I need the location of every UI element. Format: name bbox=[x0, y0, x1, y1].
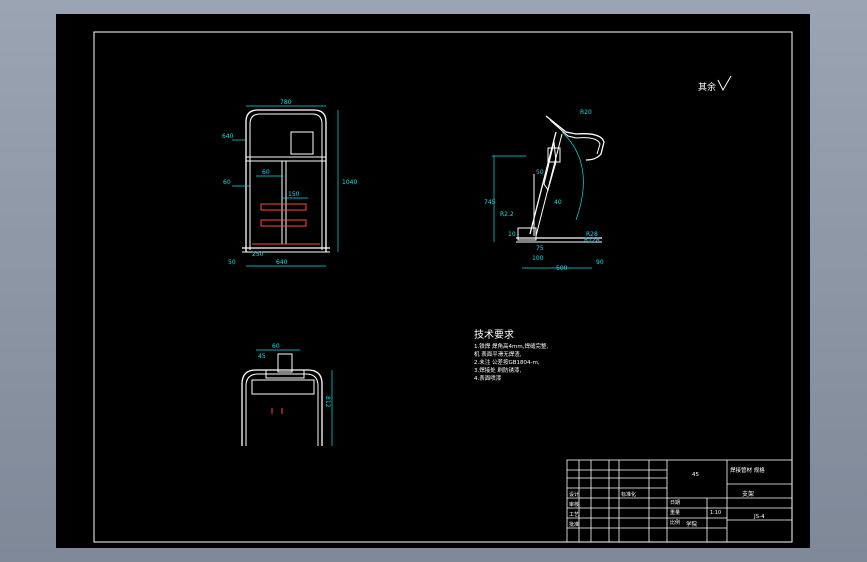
title-mid-scale: 比例 bbox=[670, 519, 680, 526]
dim-front-640b: 640 bbox=[276, 259, 288, 266]
dim-side-50: 50 bbox=[536, 169, 544, 176]
tech-req-line-3: 2.未注 公差按GB1804-m, bbox=[474, 358, 540, 366]
dim-side-r28: R28 bbox=[586, 231, 598, 238]
technical-requirements: 技术要求 1.铁焊 焊角高4mm,焊缝完整, 机 表面平滑无焊渣, 2.未注 公… bbox=[474, 328, 548, 382]
title-row-approve: 批准 bbox=[569, 521, 579, 528]
title-company: 学院 bbox=[686, 520, 698, 528]
dim-front-width: 780 bbox=[280, 99, 292, 106]
dim-top-60: 60 bbox=[272, 343, 280, 350]
dim-front-50: 50 bbox=[228, 259, 236, 266]
roughness-note: 其余 bbox=[698, 81, 716, 93]
dim-side-r20: R20 bbox=[580, 109, 592, 116]
dim-side-r128: R128 bbox=[584, 237, 600, 244]
title-row-design: 设计 bbox=[569, 491, 579, 498]
dim-side-90: 90 bbox=[596, 259, 604, 266]
dim-side-100: 100 bbox=[532, 255, 544, 262]
dim-side-r2-2: R2.2 bbox=[500, 211, 514, 218]
tech-req-title: 技术要求 bbox=[474, 328, 514, 341]
dim-front-60b: 60 bbox=[262, 169, 270, 176]
title-mid-date: 日期 bbox=[670, 500, 680, 506]
title-mid-standard: 标准化 bbox=[621, 491, 636, 498]
dim-side-500: 500 bbox=[556, 265, 568, 272]
viewport-background: 其余 780 1040 640 60 60 150 250 640 50 R20… bbox=[0, 0, 867, 562]
dim-side-745: 745 bbox=[484, 199, 496, 206]
tech-req-line-1: 1.铁焊 焊角高4mm,焊缝完整, bbox=[474, 342, 548, 350]
title-scale: 1:10 bbox=[710, 510, 721, 516]
dim-side-75: 75 bbox=[536, 245, 544, 252]
title-center-label: 45 bbox=[692, 472, 699, 478]
tech-req-line-5: 4.表面喷漆 bbox=[474, 374, 502, 382]
drawing-sheet: 其余 780 1040 640 60 60 150 250 640 50 R20… bbox=[56, 14, 810, 548]
title-row-process: 工艺 bbox=[569, 512, 579, 518]
front-view: 780 1040 640 60 60 150 250 640 50 bbox=[222, 99, 357, 267]
title-part-name: 支架 bbox=[742, 490, 754, 498]
dim-front-150: 150 bbox=[288, 191, 300, 198]
dim-front-height: 1040 bbox=[342, 179, 357, 186]
dim-front-640: 640 bbox=[222, 133, 234, 140]
side-view: R20 R128 R28 40 R2.2 50 10 100 500 745 9… bbox=[484, 109, 605, 272]
dim-front-60a: 60 bbox=[223, 179, 231, 186]
tech-req-line-4: 3.焊接处 刷防锈漆, bbox=[474, 366, 521, 374]
title-drawing-no: JS-4 bbox=[753, 514, 765, 520]
top-view: 60 45 812 bbox=[241, 343, 333, 446]
title-mid-weight: 重量 bbox=[670, 509, 680, 516]
roughness-symbol-icon bbox=[717, 75, 732, 92]
dim-side-10: 10 bbox=[508, 231, 516, 238]
dim-side-40: 40 bbox=[554, 199, 562, 206]
cad-drawing: 其余 780 1040 640 60 60 150 250 640 50 R20… bbox=[93, 31, 793, 543]
tech-req-line-2: 机 表面平滑无焊渣, bbox=[474, 350, 522, 358]
title-material: 焊接管材 规格 bbox=[730, 466, 765, 474]
dim-top-45: 45 bbox=[258, 353, 266, 360]
title-row-review: 审核 bbox=[569, 501, 579, 508]
drawing-border bbox=[93, 31, 793, 543]
dim-front-250: 250 bbox=[252, 251, 264, 258]
dim-top-812: 812 bbox=[324, 396, 331, 408]
